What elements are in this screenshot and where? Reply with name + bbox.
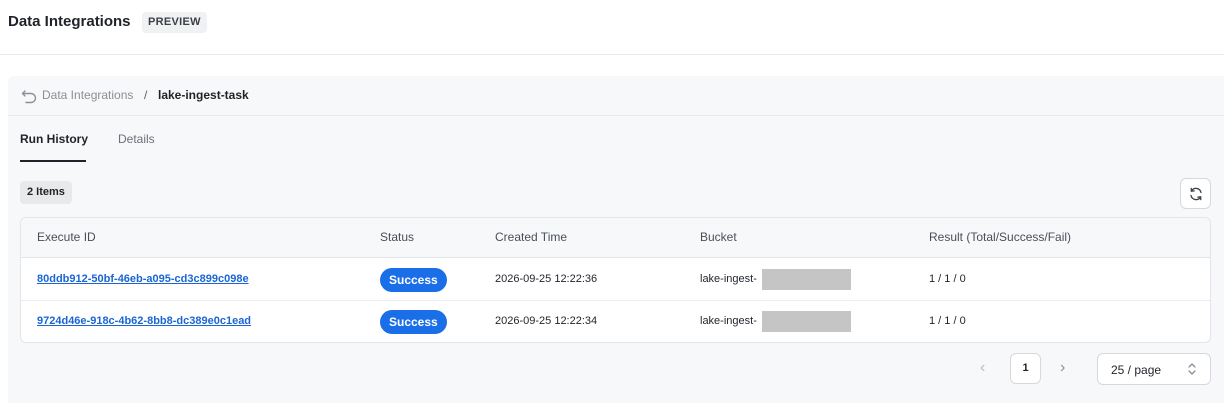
column-header-execute-id: Execute ID [37, 230, 96, 244]
column-header-result: Result (Total/Success/Fail) [929, 230, 1072, 244]
tab-details[interactable]: Details [118, 132, 155, 146]
refresh-button[interactable] [1180, 178, 1211, 209]
status-badge: Success [380, 268, 447, 292]
run-history-table: Execute ID Status Created Time Bucket Re… [20, 217, 1211, 343]
breadcrumb-current: lake-ingest-task [158, 88, 249, 102]
column-header-status: Status [380, 230, 415, 244]
created-time: 2026-09-25 12:22:36 [495, 273, 598, 285]
table-header: Execute ID Status Created Time Bucket Re… [21, 218, 1210, 258]
breadcrumb-separator: / [144, 88, 148, 102]
previous-page-button[interactable]: ‹ [980, 359, 985, 377]
table-row: 9724d46e-918c-4b62-8bb8-dc389e0c1ead Suc… [21, 301, 1210, 342]
content-panel: Data Integrations / lake-ingest-task Run… [8, 76, 1224, 403]
page-size-value: 25 / page [1111, 363, 1162, 377]
items-count-badge: 2 Items [20, 181, 72, 204]
column-header-bucket: Bucket [700, 230, 737, 244]
preview-badge: PREVIEW [142, 12, 207, 33]
active-tab-indicator [20, 160, 86, 162]
result-counts: 1 / 1 / 0 [929, 273, 966, 285]
back-arrow-icon[interactable] [20, 87, 38, 105]
tab-run-history[interactable]: Run History [20, 132, 88, 146]
bucket-name: lake-ingest- [700, 315, 757, 327]
breadcrumb-parent-link[interactable]: Data Integrations [42, 88, 133, 102]
breadcrumb: Data Integrations / lake-ingest-task [8, 76, 1224, 116]
status-badge: Success [380, 310, 447, 334]
page-size-select[interactable]: 25 / page [1097, 353, 1211, 385]
top-bar: Data Integrations PREVIEW [0, 0, 1224, 55]
execute-id-link[interactable]: 9724d46e-918c-4b62-8bb8-dc389e0c1ead [37, 315, 251, 327]
next-page-button[interactable]: › [1060, 359, 1065, 377]
redacted-block [762, 311, 851, 332]
updown-chevron-icon [1188, 363, 1196, 375]
result-counts: 1 / 1 / 0 [929, 315, 966, 327]
table-row: 80ddb912-50bf-46eb-a095-cd3c899c098e Suc… [21, 259, 1210, 301]
refresh-icon [1190, 187, 1202, 201]
created-time: 2026-09-25 12:22:34 [495, 315, 598, 327]
column-header-created-time: Created Time [495, 230, 568, 244]
page-number-current[interactable]: 1 [1010, 353, 1041, 384]
redacted-block [762, 269, 851, 290]
bucket-name: lake-ingest- [700, 273, 757, 285]
execute-id-link[interactable]: 80ddb912-50bf-46eb-a095-cd3c899c098e [37, 273, 249, 285]
page-title: Data Integrations [8, 13, 131, 30]
